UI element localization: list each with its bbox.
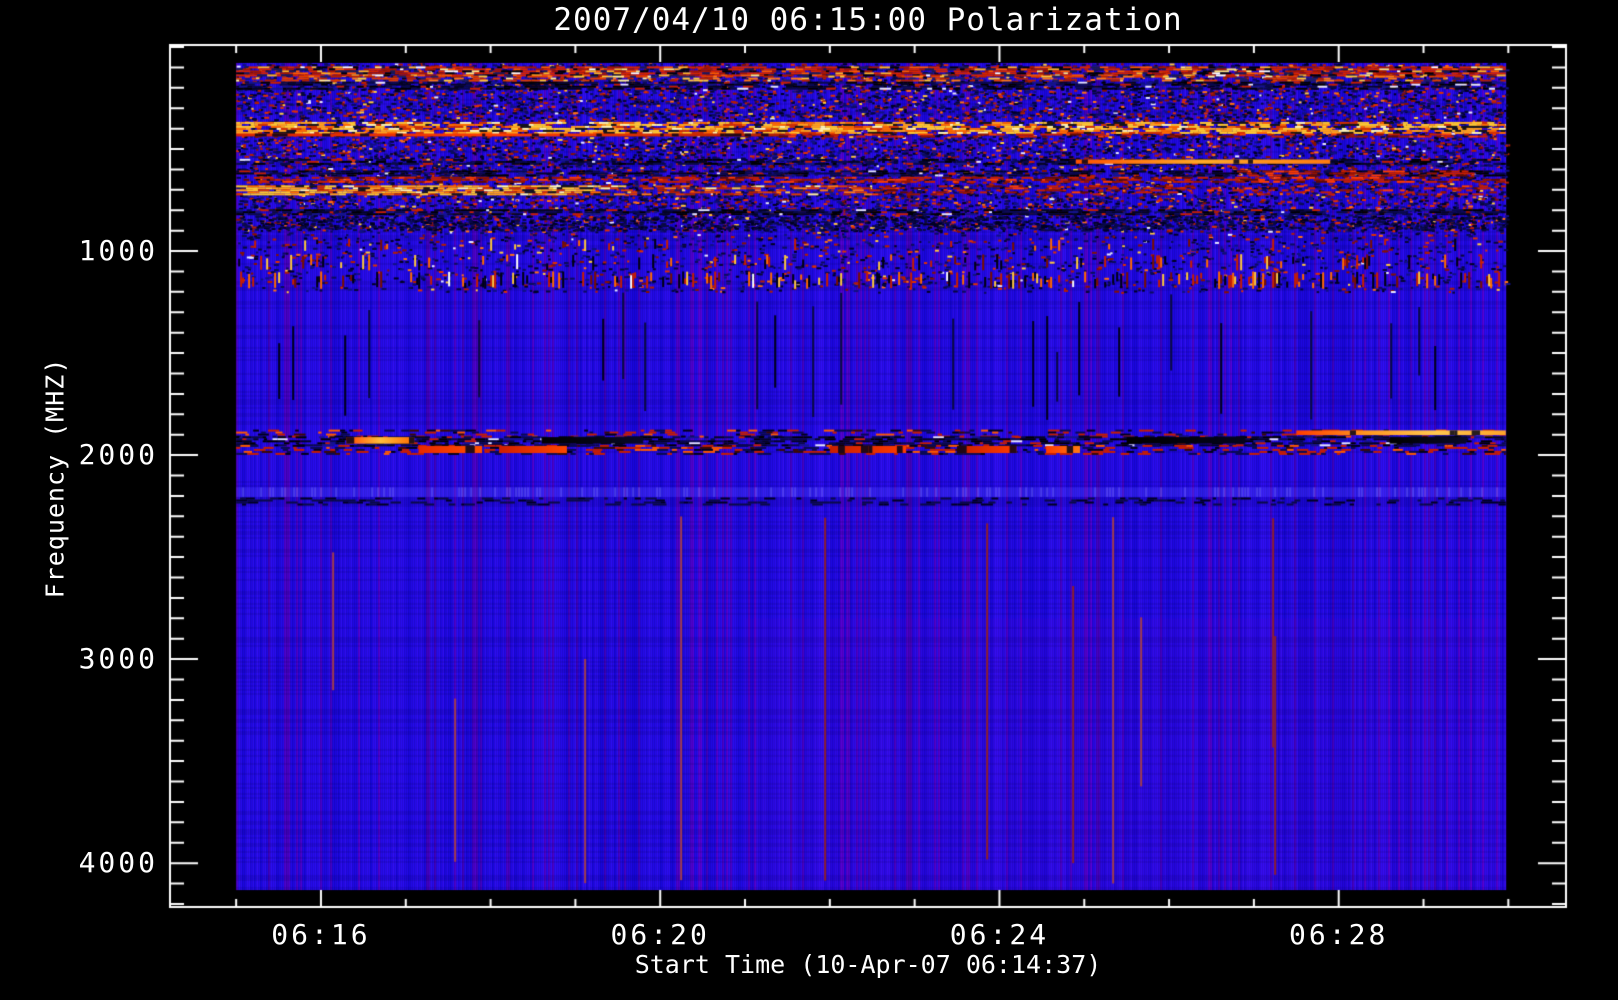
x-tick-label: 06:16 xyxy=(271,918,371,951)
y-axis-label: Frequency (MHZ) xyxy=(40,357,70,599)
x-tick-label: 06:28 xyxy=(1289,918,1389,951)
y-tick-label: 2000 xyxy=(78,438,158,472)
y-tick-label: 1000 xyxy=(78,234,158,268)
spectrogram-canvas xyxy=(0,0,1618,1000)
y-tick-label: 3000 xyxy=(78,642,158,676)
x-axis-label: Start Time (10-Apr-07 06:14:37) xyxy=(634,950,1102,979)
spectrogram-figure: 2007/04/10 06:15:00 Polarization Frequen… xyxy=(0,0,1618,1000)
plot-title: 2007/04/10 06:15:00 Polarization xyxy=(553,2,1183,38)
x-tick-label: 06:20 xyxy=(610,918,710,951)
y-tick-label: 4000 xyxy=(78,846,158,880)
x-tick-label: 06:24 xyxy=(949,918,1050,951)
